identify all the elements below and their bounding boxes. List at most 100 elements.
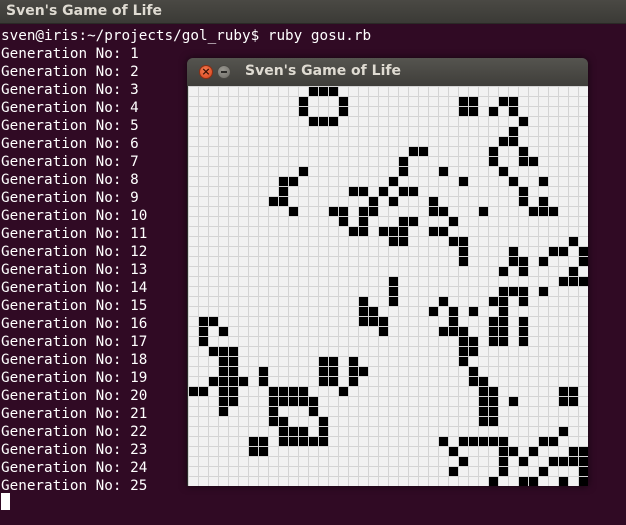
live-cell — [439, 207, 448, 216]
live-cell — [489, 477, 498, 486]
live-cell — [469, 377, 478, 386]
live-cell — [429, 197, 438, 206]
minimize-icon — [221, 71, 227, 73]
live-cell — [499, 267, 508, 276]
live-cell — [349, 367, 358, 376]
live-cell — [519, 477, 528, 486]
live-cell — [499, 457, 508, 466]
terminal-output-line: Generation No: 15 — [1, 298, 148, 314]
terminal-output-line: Generation No: 2 — [1, 64, 139, 80]
game-of-life-window[interactable]: × Sven's Game of Life — [187, 58, 588, 486]
live-cell — [499, 467, 508, 476]
live-cell — [519, 117, 528, 126]
live-cell — [489, 107, 498, 116]
live-cell — [309, 407, 318, 416]
life-grid[interactable] — [188, 86, 588, 486]
live-cell — [469, 337, 478, 346]
live-cell — [499, 437, 508, 446]
live-cell — [369, 307, 378, 316]
live-cell — [299, 427, 308, 436]
live-cell — [479, 207, 488, 216]
live-cell — [449, 217, 458, 226]
live-cell — [399, 217, 408, 226]
live-cell — [219, 357, 228, 366]
live-cell — [409, 187, 418, 196]
live-cell — [519, 327, 528, 336]
terminal-output-line: Generation No: 6 — [1, 136, 139, 152]
live-cell — [299, 397, 308, 406]
live-cell — [259, 377, 268, 386]
live-cell — [269, 407, 278, 416]
live-cell — [399, 227, 408, 236]
live-cell — [489, 297, 498, 306]
live-cell — [509, 127, 518, 136]
live-cell — [569, 277, 578, 286]
terminal-output-line: Generation No: 8 — [1, 172, 139, 188]
live-cell — [379, 327, 388, 336]
live-cell — [509, 97, 518, 106]
live-cell — [349, 357, 358, 366]
live-cell — [219, 347, 228, 356]
live-cell — [309, 397, 318, 406]
live-cell — [279, 427, 288, 436]
live-cell — [279, 197, 288, 206]
live-cell — [389, 177, 398, 186]
live-cell — [329, 357, 338, 366]
live-cell — [469, 307, 478, 316]
live-cell — [449, 307, 458, 316]
live-cell — [569, 457, 578, 466]
live-cell — [499, 447, 508, 456]
live-cell — [279, 387, 288, 396]
live-cell — [189, 387, 198, 396]
live-cell — [459, 177, 468, 186]
terminal-output-line: Generation No: 12 — [1, 244, 148, 260]
live-cell — [459, 357, 468, 366]
live-cell — [289, 427, 298, 436]
live-cell — [539, 197, 548, 206]
game-window-titlebar[interactable]: × Sven's Game of Life — [187, 58, 588, 86]
terminal-output-line: Generation No: 10 — [1, 208, 148, 224]
live-cell — [569, 237, 578, 246]
terminal-titlebar[interactable]: Sven's Game of Life — [0, 0, 626, 24]
live-cell — [439, 437, 448, 446]
live-cell — [309, 437, 318, 446]
live-cell — [499, 307, 508, 316]
live-cell — [579, 277, 588, 286]
live-cell — [349, 227, 358, 236]
live-cell — [359, 307, 368, 316]
terminal-output-line: Generation No: 17 — [1, 334, 148, 350]
live-cell — [549, 437, 558, 446]
close-button[interactable]: × — [199, 65, 213, 79]
live-cell — [529, 207, 538, 216]
live-cell — [539, 207, 548, 216]
live-cell — [359, 297, 368, 306]
terminal-output-line: Generation No: 20 — [1, 388, 148, 404]
live-cell — [349, 377, 358, 386]
live-cell — [339, 387, 348, 396]
terminal-output-line: Generation No: 13 — [1, 262, 148, 278]
terminal-output-line: Generation No: 14 — [1, 280, 148, 296]
live-cell — [579, 477, 588, 486]
live-cell — [359, 367, 368, 376]
live-cell — [569, 447, 578, 456]
live-cell — [489, 407, 498, 416]
live-cell — [459, 247, 468, 256]
live-cell — [519, 337, 528, 346]
live-cell — [539, 467, 548, 476]
live-cell — [359, 217, 368, 226]
live-cell — [499, 327, 508, 336]
live-cell — [409, 217, 418, 226]
live-cell — [489, 397, 498, 406]
live-cell — [579, 247, 588, 256]
live-cell — [479, 437, 488, 446]
live-cell — [509, 447, 518, 456]
live-cell — [559, 277, 568, 286]
live-cell — [289, 207, 298, 216]
live-cell — [389, 287, 398, 296]
minimize-button[interactable] — [217, 65, 231, 79]
live-cell — [209, 347, 218, 356]
live-cell — [279, 417, 288, 426]
live-cell — [289, 177, 298, 186]
live-cell — [479, 407, 488, 416]
live-cell — [549, 247, 558, 256]
